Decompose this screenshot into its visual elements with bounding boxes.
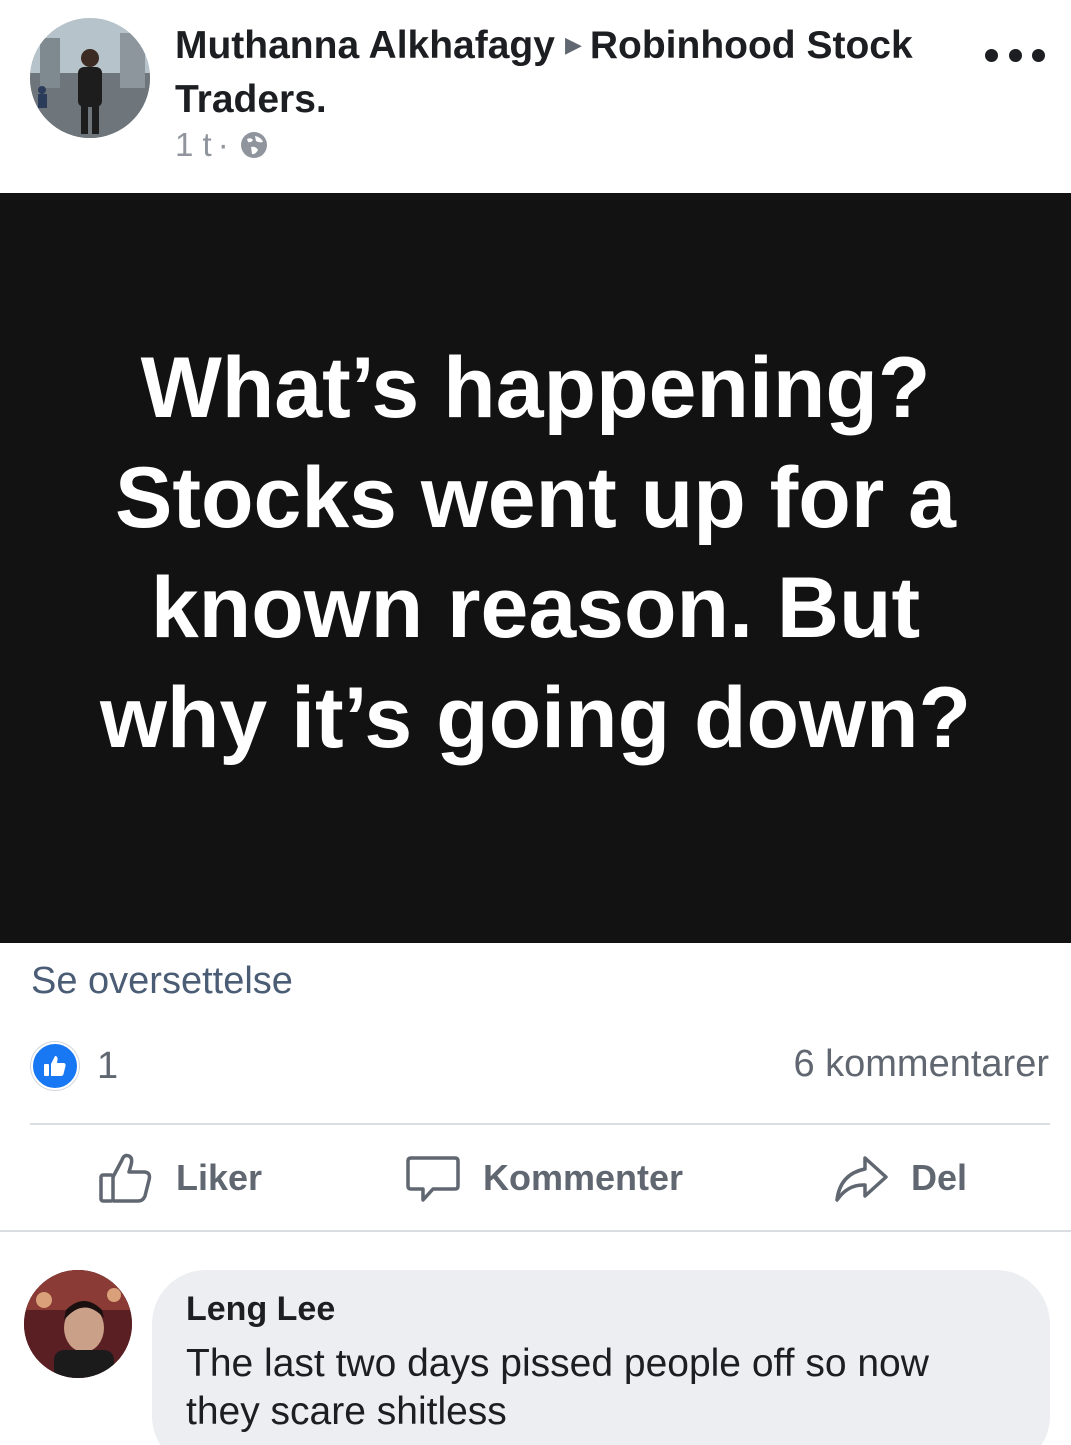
share-arrow-icon [835,1155,888,1202]
commenter-avatar[interactable] [24,1270,132,1378]
like-label: Liker [176,1156,263,1198]
status-text: What’s happening? Stocks went up for a k… [99,340,972,766]
avatar-photo [30,18,150,138]
comment-text: The last two days pissed people off so n… [186,1342,929,1433]
status-card: What’s happening? Stocks went up for a k… [0,193,1071,943]
post-meta: 1 t · [175,126,269,164]
like-button[interactable]: Liker [98,1140,262,1215]
author-name[interactable]: Muthanna Alkhafagy [175,24,555,67]
comment-button[interactable]: Kommenter [405,1140,683,1215]
divider [0,1230,1071,1232]
globe-icon [239,130,269,160]
reaction-count: 1 [97,1044,119,1087]
share-button[interactable]: Del [833,1140,967,1215]
divider [30,1123,1050,1125]
comment-author[interactable]: Leng Lee [186,1288,1016,1330]
author-line: Muthanna Alkhafagy ▶ Robinhood Stock Trade… [175,20,965,126]
post-page: Muthanna Alkhafagy ▶ Robinhood Stock Trade… [0,0,1071,1445]
thumbs-up-icon [99,1153,152,1203]
comment-bubble-icon [406,1155,460,1202]
comment-label: Kommenter [483,1156,684,1198]
commenter-photo [24,1270,132,1378]
comment-bubble[interactable]: Leng Lee The last two days pissed people… [152,1270,1050,1445]
action-bar: Liker Kommenter Del [0,1140,1071,1215]
like-reaction-icon [31,1042,79,1090]
comment-count-link[interactable]: 6 kommentarer [793,1043,1049,1086]
reactions-summary[interactable]: 1 [31,1042,118,1090]
share-label: Del [911,1156,968,1198]
author-avatar[interactable] [30,18,150,138]
post-header: Muthanna Alkhafagy ▶ Robinhood Stock Trade… [0,0,1071,192]
see-translation-link[interactable]: Se oversettelse [31,960,293,1003]
more-options-icon[interactable] [985,40,1045,70]
post-time[interactable]: 1 t [175,126,212,164]
caret-right-icon: ▶ [564,31,582,57]
meta-separator: · [217,126,229,163]
